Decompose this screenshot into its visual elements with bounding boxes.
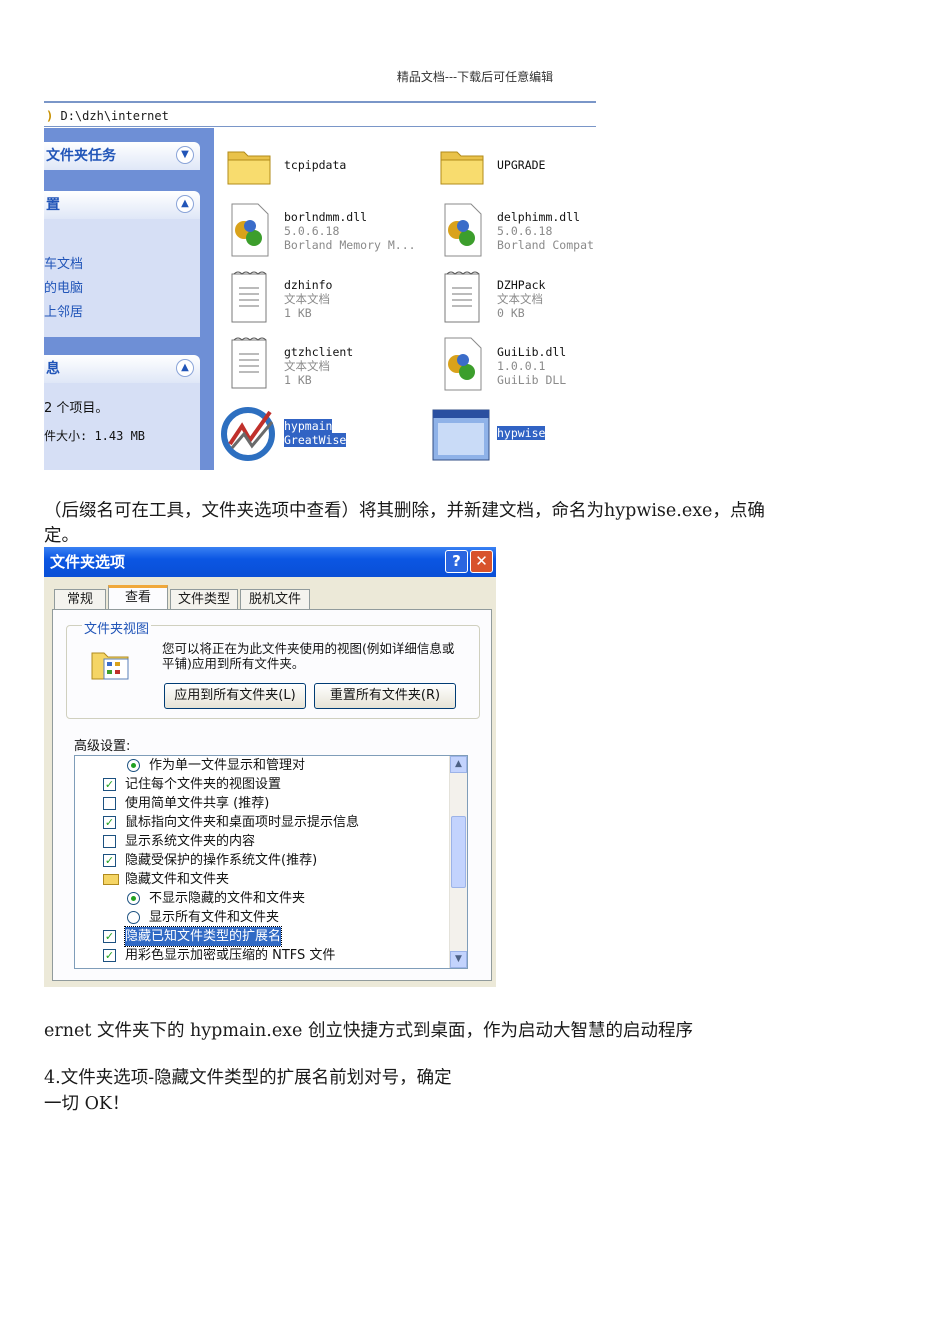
address-bar[interactable]: ) D:\dzh\internet (44, 101, 596, 127)
file-list: tcpipdata UPGRADE borlndmm.dll 5.0.6.18 Bo… (214, 128, 596, 470)
checked-checkbox[interactable]: ✓ (103, 854, 116, 867)
advanced-setting-label: 隐藏受保护的操作系统文件(推荐) (125, 853, 318, 868)
advanced-setting-label: 用彩色显示加密或压缩的 NTFS 文件 (125, 948, 336, 963)
other-places-header[interactable]: 置 ▲ (44, 191, 200, 219)
folder-view-icon (90, 645, 132, 687)
advanced-setting-label: 作为单一文件显示和管理对 (149, 758, 306, 773)
dialog-title: 文件夹选项 (50, 553, 126, 571)
file-item[interactable]: tcpipdata (284, 158, 346, 172)
selected-radio[interactable] (127, 759, 140, 772)
checked-checkbox[interactable]: ✓ (103, 949, 116, 962)
advanced-setting-label: 显示系统文件夹的内容 (125, 834, 256, 849)
other-places-body: 车文档 的电脑 上邻居 (44, 219, 200, 337)
advanced-setting-label: 使用简单文件共享 (推荐) (125, 796, 270, 811)
chevron-up-icon[interactable]: ▲ (176, 195, 194, 213)
advanced-setting-label: 记住每个文件夹的视图设置 (125, 777, 282, 792)
dll-icon[interactable] (441, 336, 485, 396)
window-app-icon[interactable] (432, 409, 490, 465)
advanced-settings-list[interactable]: ✓ 用彩色显示加密或压缩的 NTFS 文件 ✓ 隐藏已知文件类型的扩展名 显示所有文件和… (74, 755, 468, 969)
total-size: 件大小: 1.43 MB (44, 429, 146, 443)
chevron-down-icon[interactable]: ▼ (176, 146, 194, 164)
file-item[interactable]: delphimm.dll 5.0.6.18 Borland Compat (497, 210, 594, 252)
address-text: D:\dzh\internet (60, 109, 169, 123)
dll-icon[interactable] (441, 202, 485, 262)
folder-icon[interactable] (439, 142, 485, 190)
file-item[interactable]: DZHPack 文本文档 0 KB (497, 278, 545, 320)
other-places-title: 置 (46, 197, 60, 213)
page-header: 精品文档---下载后可任意编辑 (396, 70, 554, 84)
advanced-setting-label: 隐藏文件和文件夹 (125, 872, 230, 887)
text-file-icon[interactable] (230, 270, 270, 330)
tab-view[interactable]: 查看 (108, 585, 168, 611)
help-button[interactable]: ? (445, 550, 468, 573)
close-button[interactable]: ✕ (470, 550, 493, 573)
folder-options-dialog: 文件夹选项 ? ✕ 常规 查看 文件类型 脱机文件 文件夹视图 您可以将正在为此… (44, 547, 496, 987)
app-logo-icon[interactable] (220, 404, 278, 466)
advanced-setting-label: 鼠标指向文件夹和桌面项时显示提示信息 (125, 815, 360, 830)
folder-views-title: 文件夹视图 (82, 618, 152, 637)
unchecked-checkbox[interactable] (103, 835, 116, 848)
details-header[interactable]: 息 ▲ (44, 355, 200, 383)
apply-to-all-folders-button[interactable]: 应用到所有文件夹(L) (164, 683, 306, 709)
item-count: 2 个项目。 (44, 401, 109, 416)
file-item[interactable]: borlndmm.dll 5.0.6.18 Borland Memory M... (284, 210, 416, 252)
scrollbar[interactable]: ▲ ▼ (449, 756, 467, 968)
scroll-up-icon[interactable]: ▲ (450, 756, 467, 773)
dialog-title-bar[interactable]: 文件夹选项 ? ✕ (44, 547, 496, 577)
details-body: 2 个项目。 件大小: 1.43 MB (44, 383, 200, 470)
chevron-up-icon[interactable]: ▲ (176, 359, 194, 377)
scroll-thumb[interactable] (451, 816, 466, 888)
paragraph-line: 4.文件夹选项-隐藏文件类型的扩展名前划对号，确定 (44, 1068, 452, 1088)
reset-all-folders-button[interactable]: 重置所有文件夹(R) (314, 683, 456, 709)
folder-icon (103, 874, 119, 885)
tab-offline-files[interactable]: 脱机文件 (240, 589, 310, 609)
text-file-icon[interactable] (443, 270, 483, 330)
link-my-documents[interactable]: 车文档 (44, 253, 83, 272)
paragraph-line: 定。 (44, 526, 79, 546)
folder-tasks-title: 文件夹任务 (46, 148, 116, 164)
paragraph-line: （后缀名可在工具，文件夹选项中查看）将其删除，并新建文档，命名为hypwise.… (44, 501, 765, 521)
folder-views-description: 您可以将正在为此文件夹使用的视图(例如详细信息或平铺)应用到所有文件夹。 (162, 641, 455, 671)
dll-icon[interactable] (228, 202, 272, 262)
tab-general[interactable]: 常规 (54, 589, 106, 609)
folder-icon[interactable] (226, 142, 272, 190)
task-pane: 文件夹任务 ▼ 置 ▲ 车文档 的电脑 上邻居 息 ▲ 2 个项目。 件大小: … (44, 128, 214, 470)
explorer-window: ) D:\dzh\internet 文件夹任务 ▼ 置 ▲ 车文档 的电脑 上邻… (44, 101, 596, 470)
details-title: 息 (46, 361, 60, 377)
link-my-computer[interactable]: 的电脑 (44, 277, 83, 296)
unselected-radio[interactable] (127, 911, 140, 924)
folder-tasks-header[interactable]: 文件夹任务 ▼ (44, 142, 200, 170)
selected-radio[interactable] (127, 892, 140, 905)
paragraph-line: 一切 OK！ (44, 1094, 130, 1114)
scroll-down-icon[interactable]: ▼ (450, 951, 467, 968)
file-item-selected[interactable]: hypmain GreatWise (284, 419, 347, 447)
advanced-settings-label: 高级设置: (74, 739, 131, 754)
link-network-places[interactable]: 上邻居 (44, 301, 83, 320)
paragraph-line: ernet 文件夹下的 hypmain.exe 创立快捷方式到桌面，作为启动大智… (44, 1021, 693, 1041)
file-item[interactable]: GuiLib.dll 1.0.0.1 GuiLib DLL (497, 345, 566, 387)
advanced-setting-label: 不显示隐藏的文件和文件夹 (149, 891, 306, 906)
tab-file-types[interactable]: 文件类型 (170, 589, 238, 609)
file-item[interactable]: UPGRADE (497, 158, 545, 172)
file-item[interactable]: gtzhclient 文本文档 1 KB (284, 345, 353, 387)
file-item[interactable]: dzhinfo 文本文档 1 KB (284, 278, 332, 320)
file-item-selected[interactable]: hypwise (495, 425, 547, 441)
checked-checkbox[interactable]: ✓ (103, 816, 116, 829)
advanced-setting-label: 显示所有文件和文件夹 (149, 910, 280, 925)
checked-checkbox[interactable]: ✓ (103, 778, 116, 791)
unchecked-checkbox[interactable] (103, 797, 116, 810)
text-file-icon[interactable] (230, 336, 270, 396)
advanced-setting-label: 隐藏已知文件类型的扩展名 (123, 926, 283, 947)
folder-icon: ) (46, 109, 54, 123)
checked-checkbox[interactable]: ✓ (103, 930, 116, 943)
